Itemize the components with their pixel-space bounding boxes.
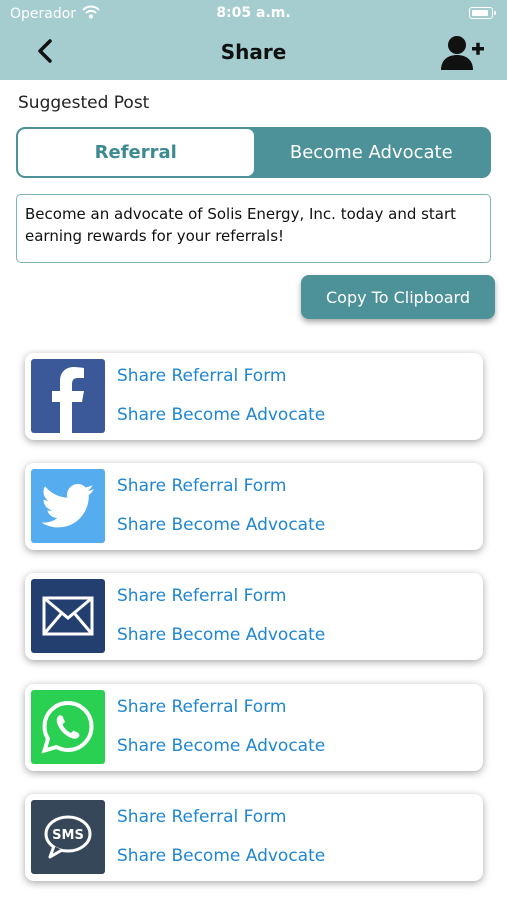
battery-level xyxy=(471,9,488,16)
share-referral-form-link[interactable]: Share Referral Form xyxy=(117,476,286,496)
top-bar: Operador 8:05 a.m. Share xyxy=(0,0,507,80)
sms-icon[interactable]: SMS xyxy=(31,800,105,874)
svg-text:SMS: SMS xyxy=(52,828,84,843)
share-become-advocate-link[interactable]: Share Become Advocate xyxy=(117,846,325,866)
page-title: Share xyxy=(220,40,287,64)
share-card-facebook: Share Referral Form Share Become Advocat… xyxy=(25,353,483,440)
suggested-post-heading: Suggested Post xyxy=(18,93,150,113)
share-card-twitter: Share Referral Form Share Become Advocat… xyxy=(25,463,483,550)
add-user-button[interactable] xyxy=(441,34,485,74)
share-referral-form-link[interactable]: Share Referral Form xyxy=(117,586,286,606)
add-user-icon xyxy=(441,36,485,78)
share-become-advocate-link[interactable]: Share Become Advocate xyxy=(117,625,325,645)
twitter-icon[interactable] xyxy=(31,469,105,543)
share-become-advocate-link[interactable]: Share Become Advocate xyxy=(117,515,325,535)
share-referral-form-link[interactable]: Share Referral Form xyxy=(117,366,286,386)
status-time: 8:05 a.m. xyxy=(216,5,291,21)
share-referral-form-link[interactable]: Share Referral Form xyxy=(117,697,286,717)
share-become-advocate-link[interactable]: Share Become Advocate xyxy=(117,405,325,425)
email-icon[interactable] xyxy=(31,579,105,653)
share-become-advocate-link[interactable]: Share Become Advocate xyxy=(117,736,325,756)
share-referral-form-link[interactable]: Share Referral Form xyxy=(117,807,286,827)
whatsapp-icon[interactable] xyxy=(31,690,105,764)
share-card-email: Share Referral Form Share Become Advocat… xyxy=(25,573,483,660)
tab-become-advocate[interactable]: Become Advocate xyxy=(254,129,490,176)
facebook-icon[interactable] xyxy=(31,359,105,433)
share-card-sms: SMS Share Referral Form Share Become Adv… xyxy=(25,794,483,881)
post-text-box[interactable]: Become an advocate of Solis Energy, Inc.… xyxy=(16,194,491,263)
post-type-segmented-control: Referral Become Advocate xyxy=(16,127,491,178)
copy-to-clipboard-button[interactable]: Copy To Clipboard xyxy=(301,275,495,319)
tab-referral[interactable]: Referral xyxy=(18,129,254,176)
battery-icon xyxy=(469,7,496,19)
share-card-whatsapp: Share Referral Form Share Become Advocat… xyxy=(25,684,483,771)
